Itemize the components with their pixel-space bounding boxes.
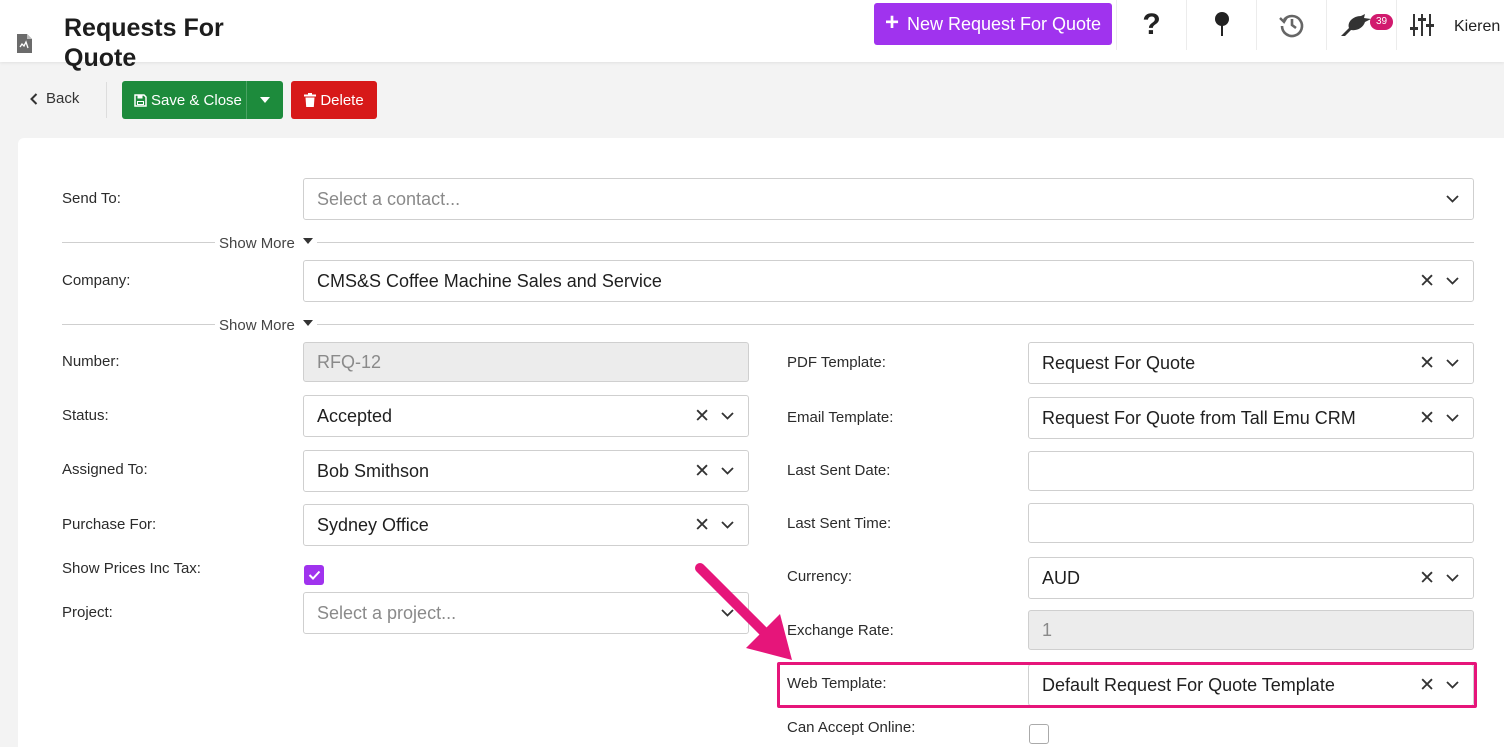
save-options-dropdown[interactable] bbox=[246, 81, 283, 119]
show-more-toggle[interactable]: Show More bbox=[215, 317, 317, 334]
caret-down-icon bbox=[260, 97, 270, 103]
clear-icon[interactable]: ✕ bbox=[1419, 569, 1435, 588]
show-prices-inc-tax-checkbox[interactable] bbox=[304, 565, 324, 585]
document-icon bbox=[17, 34, 32, 53]
status-value: Accepted bbox=[317, 405, 393, 426]
number-value: RFQ-12 bbox=[317, 351, 382, 372]
status-label: Status: bbox=[62, 407, 109, 424]
notification-badge: 39 bbox=[1370, 14, 1394, 30]
currency-value: AUD bbox=[1042, 567, 1081, 588]
purchase-for-value: Sydney Office bbox=[317, 514, 429, 535]
sliders-icon bbox=[1409, 14, 1434, 36]
project-label: Project: bbox=[62, 604, 113, 621]
pdf-template-select[interactable]: Request For Quote ✕ bbox=[1028, 342, 1474, 384]
pin-icon bbox=[1214, 12, 1229, 36]
annotation-arrow-icon bbox=[695, 563, 792, 660]
assigned-to-label: Assigned To: bbox=[62, 461, 148, 478]
email-template-value: Request For Quote from Tall Emu CRM bbox=[1042, 407, 1356, 428]
bird-icon bbox=[1340, 14, 1371, 36]
chevron-down-icon bbox=[1446, 195, 1459, 203]
chevron-left-icon bbox=[30, 92, 38, 105]
send-to-placeholder: Select a contact... bbox=[317, 188, 461, 209]
save-close-button[interactable]: Save & Close bbox=[122, 81, 246, 119]
exchange-rate-field: 1 bbox=[1028, 610, 1474, 650]
chevron-down-icon bbox=[1446, 277, 1459, 285]
save-close-button-group: Save & Close bbox=[122, 81, 283, 119]
floppy-disk-icon bbox=[134, 93, 147, 107]
delete-label: Delete bbox=[320, 91, 364, 109]
history-button[interactable] bbox=[1256, 0, 1326, 50]
chevron-down-icon bbox=[1446, 414, 1459, 422]
exchange-rate-value: 1 bbox=[1042, 619, 1053, 640]
pin-button[interactable] bbox=[1186, 0, 1256, 50]
chevron-down-icon bbox=[721, 521, 734, 529]
chevron-down-icon bbox=[1446, 574, 1459, 582]
caret-down-icon bbox=[302, 237, 313, 244]
last-sent-time-label: Last Sent Time: bbox=[787, 515, 892, 532]
new-request-button[interactable]: + New Request For Quote bbox=[874, 3, 1112, 45]
chevron-down-icon bbox=[1446, 359, 1459, 367]
page-title: Requests For Quote bbox=[64, 14, 224, 72]
chevron-down-icon bbox=[721, 412, 734, 420]
caret-down-icon bbox=[302, 319, 313, 326]
clear-icon[interactable]: ✕ bbox=[1419, 272, 1435, 291]
can-accept-online-checkbox[interactable] bbox=[1029, 724, 1049, 744]
company-select[interactable]: CMS&S Coffee Machine Sales and Service ✕ bbox=[303, 260, 1474, 302]
back-button[interactable]: Back bbox=[30, 90, 79, 107]
last-sent-date-input[interactable] bbox=[1028, 451, 1474, 491]
save-close-label: Save & Close bbox=[151, 91, 242, 109]
last-sent-date-label: Last Sent Date: bbox=[787, 462, 891, 479]
purchase-for-select[interactable]: Sydney Office ✕ bbox=[303, 504, 749, 546]
web-template-highlight bbox=[777, 662, 1477, 708]
help-button[interactable]: ? bbox=[1116, 0, 1186, 50]
chevron-down-icon bbox=[721, 467, 734, 475]
show-more-label: Show More bbox=[219, 317, 295, 334]
can-accept-online-label: Can Accept Online: bbox=[787, 719, 916, 736]
exchange-rate-label: Exchange Rate: bbox=[787, 622, 894, 639]
number-field: RFQ-12 bbox=[303, 342, 749, 382]
email-template-select[interactable]: Request For Quote from Tall Emu CRM ✕ bbox=[1028, 397, 1474, 439]
check-icon bbox=[308, 570, 320, 580]
pdf-template-value: Request For Quote bbox=[1042, 352, 1196, 373]
show-more-toggle[interactable]: Show More bbox=[215, 235, 317, 252]
send-to-select[interactable]: Select a contact... bbox=[303, 178, 1474, 220]
show-more-label: Show More bbox=[219, 235, 295, 252]
top-header: Requests For Quote + New Request For Quo… bbox=[0, 0, 1504, 72]
assigned-to-value: Bob Smithson bbox=[317, 460, 430, 481]
delete-button[interactable]: Delete bbox=[291, 81, 377, 119]
show-prices-inc-tax-label: Show Prices Inc Tax: bbox=[62, 560, 201, 577]
clear-icon[interactable]: ✕ bbox=[1419, 409, 1435, 428]
clear-icon[interactable]: ✕ bbox=[694, 407, 710, 426]
history-icon bbox=[1278, 14, 1303, 38]
purchase-for-label: Purchase For: bbox=[62, 516, 157, 533]
project-placeholder: Select a project... bbox=[317, 602, 457, 623]
status-select[interactable]: Accepted ✕ bbox=[303, 395, 749, 437]
send-to-label: Send To: bbox=[62, 190, 121, 207]
project-select[interactable]: Select a project... bbox=[303, 592, 749, 634]
clear-icon[interactable]: ✕ bbox=[694, 462, 710, 481]
back-label: Back bbox=[46, 90, 80, 107]
plus-icon: + bbox=[884, 8, 899, 36]
company-label: Company: bbox=[62, 272, 131, 289]
trash-icon bbox=[304, 93, 317, 107]
currency-select[interactable]: AUD ✕ bbox=[1028, 557, 1474, 599]
email-template-label: Email Template: bbox=[787, 409, 894, 426]
user-name[interactable]: Kieren bbox=[1454, 18, 1500, 36]
settings-button[interactable] bbox=[1396, 0, 1446, 50]
number-label: Number: bbox=[62, 353, 120, 370]
new-request-label: New Request For Quote bbox=[906, 13, 1102, 34]
company-value: CMS&S Coffee Machine Sales and Service bbox=[317, 270, 662, 291]
clear-icon[interactable]: ✕ bbox=[694, 516, 710, 535]
assigned-to-select[interactable]: Bob Smithson ✕ bbox=[303, 450, 749, 492]
pdf-template-label: PDF Template: bbox=[787, 354, 886, 371]
toolbar-divider bbox=[106, 82, 107, 118]
last-sent-time-input[interactable] bbox=[1028, 503, 1474, 543]
help-icon: ? bbox=[1142, 8, 1161, 41]
clear-icon[interactable]: ✕ bbox=[1419, 354, 1435, 373]
